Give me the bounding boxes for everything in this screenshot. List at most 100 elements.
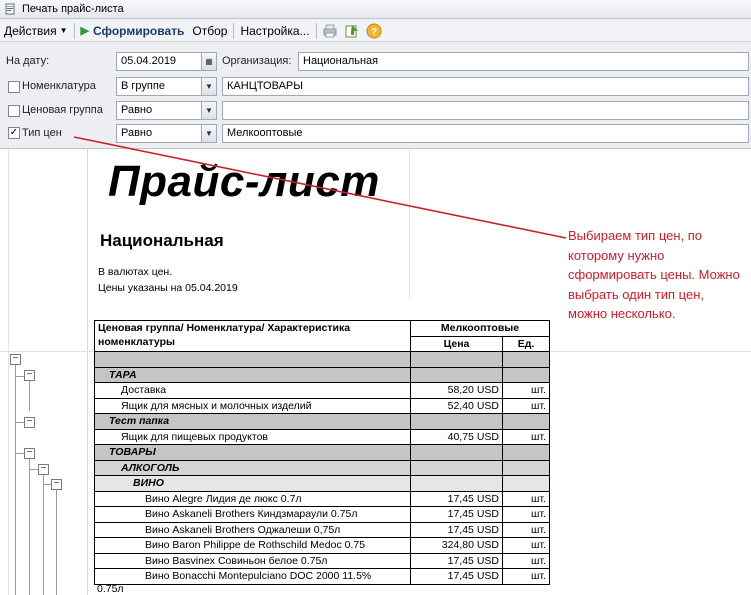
tree-connector-line [56,490,57,595]
collapse-wine-icon[interactable]: − [51,479,62,490]
nomenclature-condition[interactable]: В группе [116,77,204,96]
row-name: ТАРА [94,366,411,383]
collapse-root-icon[interactable]: − [10,354,21,365]
toolbar-separator [73,22,75,39]
price-type-value[interactable]: Мелкооптовые [222,124,749,143]
row-price: 17,45 USD [410,506,503,523]
filter-button[interactable]: Отбор [188,21,231,41]
generate-button[interactable]: ▶ Сформировать [77,21,189,41]
group-row: ТАРА [94,366,550,383]
price-group-value[interactable] [222,101,749,120]
help-icon[interactable]: ? [364,21,384,41]
wrapped-text-tail: 0.75л [97,583,124,595]
collapse-alcohol-icon[interactable]: − [38,464,49,475]
gutter-gridline [8,149,9,595]
row-price [410,366,503,383]
toolbar-separator [315,22,317,39]
date-field[interactable]: 05.04.2019 [116,52,202,71]
group-row: Тест папка [94,413,550,430]
row-price [410,413,503,430]
settings-button[interactable]: Настройка... [236,21,313,41]
row-name: Тест папка [94,413,411,430]
filter-label: Отбор [192,23,228,38]
table-cell [502,351,550,368]
print-icon[interactable] [320,21,340,41]
calendar-icon[interactable]: ▦ [201,52,217,71]
row-unit [502,413,550,430]
row-name: Вино Askaneli Brothers Киндзмараули 0.75… [94,506,411,523]
table-row: Вино Bonacchi Montepulciano DOC 2000 11.… [94,568,550,585]
table-row: Доставка 58,20 USD шт. [94,382,550,399]
row-price: 324,80 USD [410,537,503,554]
row-price: 58,20 USD [410,382,503,399]
nomenclature-label: Номенклатура [22,80,96,92]
table-row: Ящик для мясных и молочных изделий 52,40 … [94,397,550,414]
group-row: ВИНО [94,475,550,492]
column-header-unit: Ед. [502,335,550,352]
filter-form: На дату: 05.04.2019 ▦ Организация: Нацио… [0,42,751,146]
nomenclature-value[interactable]: КАНЦТОВАРЫ [222,77,749,96]
chevron-down-icon[interactable]: ▼ [201,77,217,96]
row-unit: шт. [502,428,550,445]
row-price [410,459,503,476]
row-name: АЛКОГОЛЬ [94,459,411,476]
price-group-label: Ценовая группа [22,104,103,116]
tree-connector-line [15,376,24,377]
price-type-checkbox[interactable]: ✓ [8,127,20,139]
collapse-test-folder-icon[interactable]: − [24,417,35,428]
report-spreadsheet[interactable]: Прайс-лист Национальная В валютах цен. Ц… [0,148,751,595]
tree-connector-line [43,475,44,595]
svg-text:?: ? [370,27,376,38]
tree-connector-line [15,453,24,454]
annotation-text: Выбираем тип цен, по которому нужно сфор… [568,228,740,321]
row-unit: шт. [502,521,550,538]
table-row: Вино Basvinex Совиньон белое 0.75л 17,45 … [94,552,550,569]
actions-label: Действия [4,23,57,38]
row-unit: шт. [502,382,550,399]
row-unit: шт. [502,506,550,523]
settings-label: Настройка... [240,23,310,38]
column-header-price: Цена [410,335,503,352]
price-group-condition[interactable]: Равно [116,101,204,120]
row-name: Доставка [94,382,411,399]
window-titlebar: Печать прайс-листа [0,0,751,19]
table-cell [410,351,503,368]
row-unit [502,444,550,461]
row-name: Вино Alegre Лидия де люкс 0.7л [94,490,411,507]
price-type-condition[interactable]: Равно [116,124,204,143]
price-group-checkbox[interactable] [8,105,20,117]
toolbar-separator [233,22,235,39]
row-price [410,444,503,461]
row-name: Вино Bonacchi Montepulciano DOC 2000 11.… [94,568,411,585]
chevron-down-icon[interactable]: ▼ [201,101,217,120]
date-note: Цены указаны на 05.04.2019 [98,282,238,294]
table-row: Вино Baron Philippe de Rothschild Medoc … [94,537,550,554]
org-label: Организация: [222,55,292,67]
actions-menu[interactable]: Действия ▼ [0,21,72,41]
table-row: Вино Askaneli Brothers Киндзмараули 0.75… [94,506,550,523]
export-icon[interactable] [342,21,362,41]
tree-connector-line [43,484,51,485]
row-name: Вино Basvinex Совиньон белое 0.75л [94,552,411,569]
collapse-tara-icon[interactable]: − [24,370,35,381]
price-type-label: Тип цен [22,127,62,139]
toolbar: Действия ▼ ▶ Сформировать Отбор Настройка.… [0,20,751,42]
currency-note: В валютах цен. [98,266,173,278]
row-price: 17,45 USD [410,521,503,538]
row-name: ТОВАРЫ [94,444,411,461]
nomenclature-checkbox[interactable] [8,81,20,93]
tree-connector-line [29,459,30,595]
collapse-goods-icon[interactable]: − [24,448,35,459]
row-price [410,475,503,492]
row-name: Ящик для пищевых продуктов [94,428,411,445]
row-name: ВИНО [94,475,411,492]
chevron-down-icon[interactable]: ▼ [201,124,217,143]
sheet-gridline [409,149,410,299]
row-unit [502,366,550,383]
table-row: Вино Askaneli Brothers Оджалеши 0,75л 17,… [94,521,550,538]
tree-connector-line [29,381,30,411]
row-unit: шт. [502,397,550,414]
org-field[interactable]: Национальная [298,52,749,71]
group-row: АЛКОГОЛЬ [94,459,550,476]
column-header-price-type: Мелкооптовые [410,320,550,337]
